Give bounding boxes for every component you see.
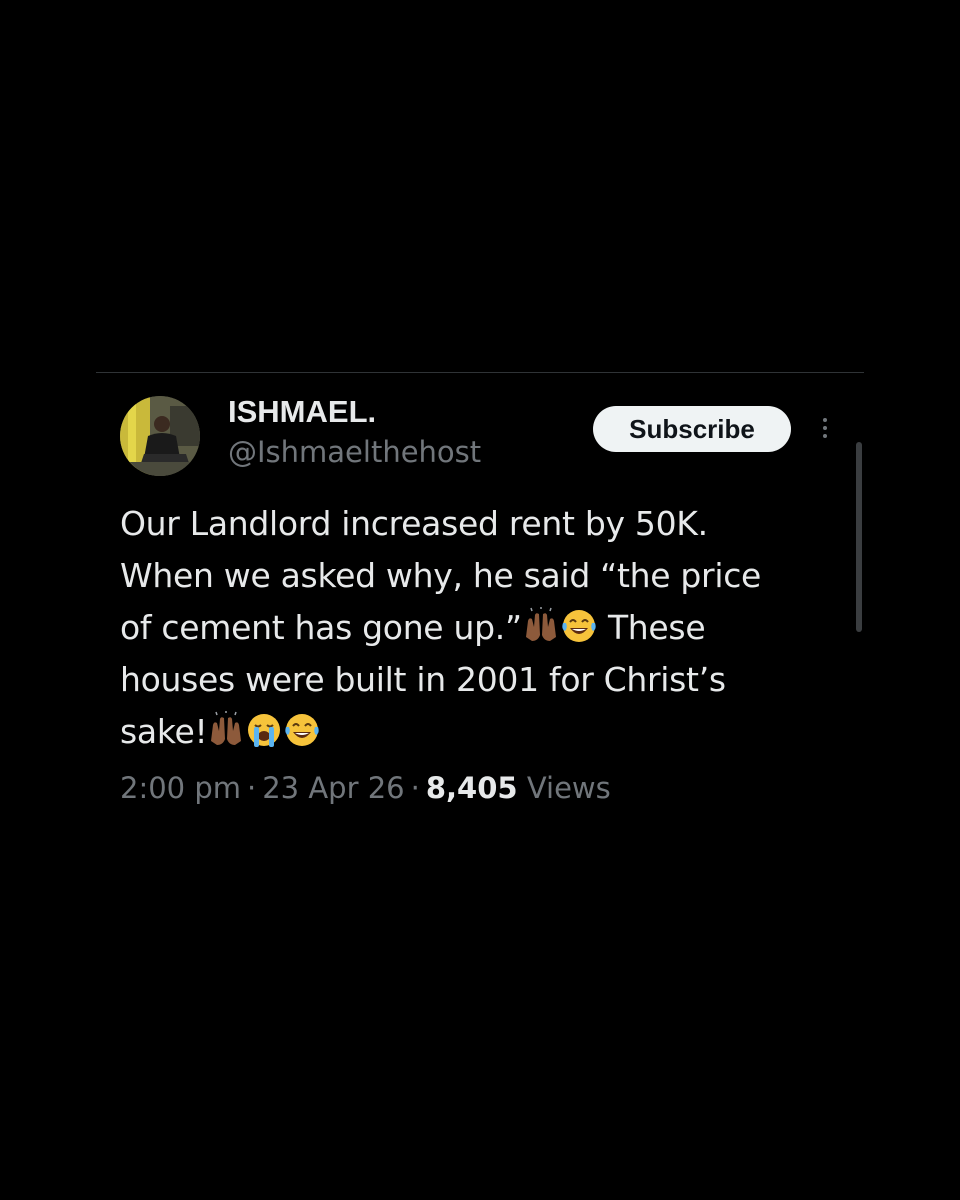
author-block: ISHMAEL. @Ishmaelthehost: [228, 392, 481, 472]
tweet-text-fragment: These: [607, 608, 706, 647]
tweet-text: Our Landlord increased rent by 50K. When…: [120, 498, 840, 758]
subscribe-button[interactable]: Subscribe: [593, 406, 791, 452]
tweet-text-line: Our Landlord increased rent by 50K.: [120, 504, 708, 543]
tweet-text-line: houses were built in 2001 for Christ’s: [120, 660, 726, 699]
tears-of-joy-emoji-icon: [285, 714, 320, 746]
scrollbar[interactable]: [856, 442, 862, 632]
raising-hands-emoji-icon: [525, 607, 556, 641]
tweet-meta: 2:00 pm · 23 Apr 26 · 8,405 Views: [120, 766, 611, 810]
tweet-text-fragment: of cement has gone up.”: [120, 608, 522, 647]
meta-separator: ·: [247, 771, 257, 805]
views-label: Views: [526, 771, 611, 805]
display-name[interactable]: ISHMAEL.: [228, 392, 481, 432]
more-dot: [823, 434, 827, 438]
more-options-button[interactable]: [810, 408, 840, 448]
tweet-time[interactable]: 2:00 pm: [120, 771, 241, 805]
user-handle[interactable]: @Ishmaelthehost: [228, 432, 481, 472]
avatar[interactable]: [120, 396, 200, 476]
more-vertical-icon: [823, 418, 827, 422]
profile-photo-icon: [120, 396, 200, 476]
tears-of-joy-emoji-icon: [562, 610, 596, 642]
raising-hands-emoji-icon: [211, 711, 242, 745]
tweet-text-line: of cement has gone up.” These: [120, 602, 840, 654]
tweet-date[interactable]: 23 Apr 26: [262, 771, 404, 805]
meta-separator: ·: [410, 771, 420, 805]
tweet-text-line: When we asked why, he said “the price: [120, 556, 762, 595]
top-divider: [96, 372, 864, 373]
more-dot: [823, 426, 827, 430]
tweet-text-line: sake!: [120, 706, 840, 758]
tweet-text-fragment: sake!: [120, 712, 208, 751]
loudly-crying-emoji-icon: [248, 714, 281, 747]
views-count[interactable]: 8,405: [426, 771, 518, 805]
